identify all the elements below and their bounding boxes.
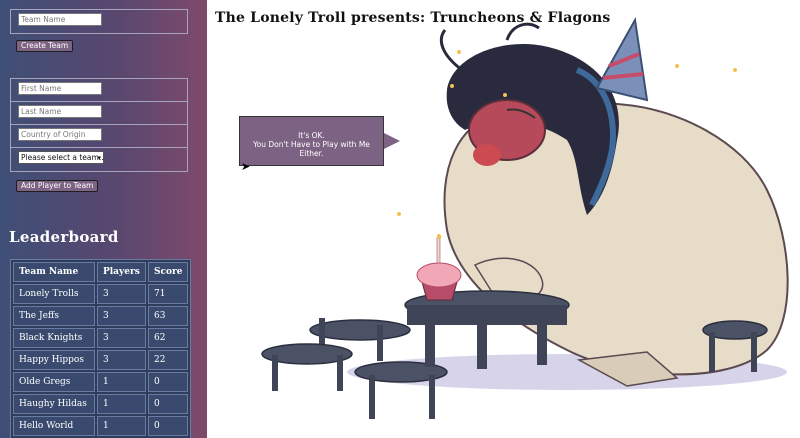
player-fieldset: First Name Last Name Country of Origin P…: [10, 78, 188, 172]
table-row: The Jeffs 3 63: [13, 306, 189, 326]
speech-line-1: It's OK.: [298, 131, 325, 140]
leaderboard-title: Leaderboard: [9, 228, 119, 246]
team-name-cell: Black Knights: [13, 328, 95, 348]
score-cell: 63: [148, 306, 189, 326]
last-name-row: Last Name: [11, 102, 187, 125]
leaderboard-table: Team Name Players Score Lonely Trolls 3 …: [10, 259, 192, 438]
players-cell: 3: [97, 306, 146, 326]
team-name-cell: The Jeffs: [13, 306, 95, 326]
team-name-cell: Haughy Hildas: [13, 394, 95, 414]
players-cell: 3: [97, 350, 146, 370]
column-header-score: Score: [148, 262, 189, 282]
table-row: Olde Gregs 1 0: [13, 372, 189, 392]
score-cell: 0: [148, 372, 189, 392]
speech-bubble-tail: [382, 132, 400, 150]
team-name-cell: Hello World: [13, 416, 95, 436]
score-cell: 22: [148, 350, 189, 370]
score-cell: 0: [148, 394, 189, 414]
table-row: Hello World 1 0: [13, 416, 189, 436]
team-name-cell: Happy Hippos: [13, 350, 95, 370]
first-name-input[interactable]: First Name: [18, 82, 102, 95]
team-name-cell: Lonely Trolls: [13, 284, 95, 304]
table-row: Haughy Hildas 1 0: [13, 394, 189, 414]
team-name-input[interactable]: Team Name: [18, 13, 102, 26]
mouse-cursor-icon: ➤: [241, 160, 251, 173]
players-cell: 3: [97, 284, 146, 304]
table-row: Lonely Trolls 3 71: [13, 284, 189, 304]
table-row: Happy Hippos 3 22: [13, 350, 189, 370]
speech-bubble: It's OK. You Don't Have to Play with Me …: [239, 116, 384, 166]
country-input[interactable]: Country of Origin: [18, 128, 102, 141]
team-select[interactable]: Please select a team... ▾: [18, 151, 104, 164]
score-cell: 71: [148, 284, 189, 304]
table-row: Black Knights 3 62: [13, 328, 189, 348]
add-player-button[interactable]: Add Player to Team: [16, 180, 99, 192]
chevron-down-icon: ▾: [97, 154, 101, 162]
team-name-cell: Olde Gregs: [13, 372, 95, 392]
players-cell: 1: [97, 416, 146, 436]
first-name-row: First Name: [11, 79, 187, 102]
sidebar: Team Name Create Team First Name Last Na…: [0, 0, 207, 438]
column-header-players: Players: [97, 262, 146, 282]
score-cell: 0: [148, 416, 189, 436]
team-name-row: Team Name: [11, 10, 187, 33]
table-header-row: Team Name Players Score: [13, 262, 189, 282]
last-name-input[interactable]: Last Name: [18, 105, 102, 118]
party-hat: [595, 16, 649, 102]
players-cell: 1: [97, 394, 146, 414]
create-team-button[interactable]: Create Team: [16, 40, 74, 52]
team-select-row: Please select a team... ▾: [11, 148, 187, 171]
team-select-value: Please select a team...: [21, 153, 104, 162]
players-cell: 1: [97, 372, 146, 392]
country-row: Country of Origin: [11, 125, 187, 148]
column-header-team-name: Team Name: [13, 262, 95, 282]
score-cell: 62: [148, 328, 189, 348]
players-cell: 3: [97, 328, 146, 348]
troll-illustration: [261, 16, 789, 419]
speech-line-2: You Don't Have to Play with Me Either.: [253, 140, 370, 158]
team-fieldset: Team Name: [10, 9, 188, 34]
table: [404, 290, 570, 369]
